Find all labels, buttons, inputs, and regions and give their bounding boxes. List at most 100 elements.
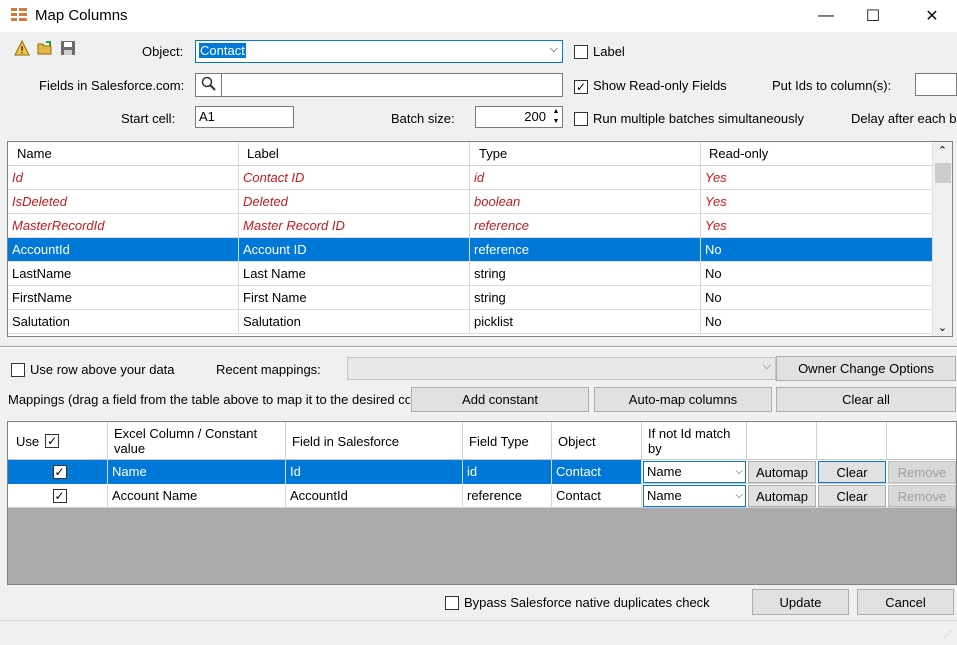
start-cell-label: Start cell: [121, 111, 176, 126]
delay-label: Delay after each ba [851, 111, 957, 126]
column-header-object[interactable]: Object [552, 422, 642, 460]
batch-size-spinner[interactable]: ▲ ▼ [550, 107, 562, 127]
start-cell-input[interactable]: A1 [195, 106, 294, 128]
spinner-up-icon[interactable]: ▲ [550, 107, 562, 117]
cell-type: boolean [470, 190, 701, 214]
owner-change-options-button[interactable]: Owner Change Options [776, 356, 956, 381]
column-header-excel[interactable]: Excel Column / Constant value [108, 422, 286, 460]
search-button[interactable] [195, 73, 222, 97]
save-icon[interactable] [60, 40, 76, 56]
mappings-table[interactable]: Use ✓ Excel Column / Constant value Fiel… [7, 421, 957, 585]
add-constant-button[interactable]: Add constant [411, 387, 589, 412]
open-folder-icon[interactable] [37, 40, 53, 56]
match-by-select[interactable]: Name ⌵ [643, 485, 746, 507]
cell-readonly: Yes [705, 170, 727, 185]
object-select-value: Contact [199, 43, 246, 58]
chevron-down-icon: ⌵ [762, 360, 771, 372]
put-ids-label: Put Ids to column(s): [772, 78, 892, 93]
auto-map-columns-button[interactable]: Auto-map columns [594, 387, 772, 412]
cell-label: Last Name [239, 262, 470, 286]
status-bar [0, 620, 957, 645]
cell-name: Salutation [8, 310, 239, 334]
cell-type: string [470, 286, 701, 310]
clear-button[interactable]: Clear [818, 461, 886, 483]
column-header-use-label: Use [16, 433, 40, 449]
show-readonly-checkbox[interactable]: ✓ [574, 80, 588, 94]
column-header-readonly[interactable]: Read-only [701, 142, 932, 166]
recent-mappings-select[interactable]: ⌵ [347, 357, 776, 380]
column-header-field-type[interactable]: Field Type [463, 422, 552, 460]
column-header-type[interactable]: Type [470, 142, 701, 166]
resize-grip-icon[interactable]: ⋰ [944, 631, 954, 642]
fields-table-header: Name Label Type Read-only [8, 142, 932, 166]
use-all-checkbox[interactable]: ✓ [45, 434, 60, 448]
clear-all-button[interactable]: Clear all [776, 387, 956, 412]
mapping-row[interactable]: ✓ Account Name AccountId reference Conta… [8, 484, 956, 508]
use-checkbox[interactable]: ✓ [52, 465, 67, 479]
table-row[interactable]: FirstName First Name string No [8, 286, 932, 310]
splitter[interactable] [0, 346, 957, 348]
remove-button[interactable]: Remove [888, 461, 956, 483]
column-header-label[interactable]: Label [239, 142, 470, 166]
run-multiple-checkbox[interactable] [574, 112, 588, 126]
field-type-cell: reference [463, 484, 552, 508]
close-button[interactable]: ✕ [909, 0, 955, 32]
scroll-up-icon[interactable]: ⌃ [933, 144, 952, 157]
fields-table[interactable]: Name Label Type Read-only Id Contact ID … [7, 141, 953, 337]
use-cell[interactable]: ✓ [8, 484, 108, 508]
scroll-thumb[interactable] [935, 163, 951, 183]
match-by-value: Name [647, 488, 682, 503]
mappings-hint: Mappings (drag a field from the table ab… [8, 392, 410, 407]
cancel-button[interactable]: Cancel [857, 589, 954, 615]
remove-button[interactable]: Remove [888, 485, 956, 507]
table-row[interactable]: Salutation Salutation picklist No [8, 310, 932, 334]
automap-button[interactable]: Automap [748, 485, 816, 507]
mappings-table-header: Use ✓ Excel Column / Constant value Fiel… [8, 422, 956, 460]
maximize-button[interactable]: ☐ [850, 0, 896, 32]
warning-icon[interactable] [14, 39, 30, 56]
table-row[interactable]: IsDeleted Deleted boolean Yes [8, 190, 932, 214]
fields-search-input[interactable] [221, 73, 563, 97]
cell-type: id [470, 166, 701, 190]
chevron-down-icon: ⌵ [735, 490, 743, 501]
automap-button[interactable]: Automap [748, 461, 816, 483]
field-type-cell: id [463, 460, 552, 484]
cell-readonly: Yes [705, 194, 727, 209]
table-row[interactable]: LastName Last Name string No [8, 262, 932, 286]
excel-column-cell[interactable]: Name [108, 460, 286, 484]
use-row-above-label: Use row above your data [30, 362, 175, 377]
salesforce-field-cell: Id [286, 460, 463, 484]
table-row-selected[interactable]: AccountId Account ID reference No [8, 238, 932, 262]
chevron-down-icon: ⌵ [735, 466, 743, 477]
spinner-down-icon[interactable]: ▼ [550, 117, 562, 127]
update-button[interactable]: Update [752, 589, 849, 615]
batch-size-label: Batch size: [391, 111, 455, 126]
table-row[interactable]: MasterRecordId Master Record ID referenc… [8, 214, 932, 238]
mapping-row[interactable]: ✓ Name Id id Contact Name ⌵ Automap Clea… [8, 460, 956, 484]
match-by-select[interactable]: Name ⌵ [643, 461, 746, 483]
use-row-above-checkbox[interactable] [11, 363, 25, 377]
use-cell[interactable]: ✓ [8, 460, 108, 484]
fields-label: Fields in Salesforce.com: [39, 78, 185, 93]
use-checkbox[interactable]: ✓ [52, 489, 67, 503]
cell-name: MasterRecordId [8, 214, 239, 238]
salesforce-field-cell: AccountId [286, 484, 463, 508]
column-header-field[interactable]: Field in Salesforce [286, 422, 463, 460]
object-label: Object: [142, 44, 184, 59]
clear-button[interactable]: Clear [818, 485, 886, 507]
table-row[interactable]: Id Contact ID id Yes [8, 166, 932, 190]
column-header-name[interactable]: Name [8, 142, 239, 166]
cell-type: reference [470, 238, 701, 262]
fields-table-scrollbar[interactable]: ⌃ ⌄ [932, 142, 952, 336]
object-select[interactable]: Contact ⌵ [195, 40, 563, 63]
minimize-button[interactable]: — [803, 0, 849, 32]
put-ids-input[interactable] [915, 73, 957, 96]
column-header-if-not-id-match[interactable]: If not Id match by [642, 422, 747, 460]
window-title: Map Columns [35, 7, 128, 24]
cell-label: Contact ID [239, 166, 470, 190]
bypass-duplicates-checkbox[interactable] [445, 596, 459, 610]
column-header-automap [747, 422, 817, 460]
scroll-down-icon[interactable]: ⌄ [933, 321, 952, 334]
excel-column-cell[interactable]: Account Name [108, 484, 286, 508]
label-checkbox[interactable] [574, 45, 588, 59]
